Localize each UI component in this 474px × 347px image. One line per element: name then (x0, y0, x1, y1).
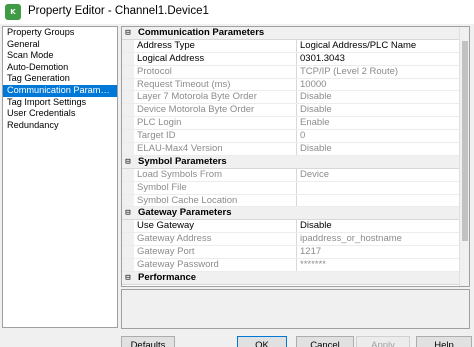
property-name: Symbol File (134, 181, 297, 194)
property-value: 10000 (300, 78, 327, 90)
property-row-address-type[interactable]: Address Type Logical Address/PLC Name (122, 39, 460, 53)
collapse-icon[interactable]: ⊟ (122, 272, 134, 284)
row-gutter (122, 91, 134, 104)
property-name: Gateway Password (134, 259, 297, 271)
property-value: TCP/IP (Level 2 Route) (300, 65, 399, 77)
row-gutter (122, 233, 134, 246)
row-gutter (122, 117, 134, 130)
category-gateway-parameters[interactable]: ⊟ Gateway Parameters (122, 207, 460, 221)
property-value (297, 195, 460, 207)
property-value: 1217 (300, 246, 322, 258)
category-communication-parameters[interactable]: ⊟ Communication Parameters (122, 27, 460, 40)
property-value[interactable]: Disable (297, 220, 460, 232)
property-value: ******* (300, 259, 326, 271)
category-label: Gateway Parameters (138, 207, 232, 219)
property-row-protocol: Protocol TCP/IP (Level 2 Route) (122, 65, 460, 79)
property-value[interactable]: 0301.3043 (297, 53, 460, 65)
property-value: Disable (300, 104, 332, 116)
property-value: Enable (300, 117, 330, 129)
property-value: Disable (300, 143, 332, 155)
property-row-load-symbols-from: Load Symbols From Device (122, 168, 460, 182)
category-label: Communication Parameters (138, 27, 265, 38)
row-gutter (122, 65, 134, 78)
row-gutter (122, 104, 134, 117)
tree-item-tag-import-settings[interactable]: Tag Import Settings (3, 97, 117, 109)
tree-item-user-credentials[interactable]: User Credentials (3, 108, 117, 120)
property-name: Layer 7 Motorola Byte Order (134, 91, 297, 104)
apply-button[interactable]: Apply (356, 336, 410, 347)
row-gutter (122, 194, 134, 207)
property-name: Device Motorola Byte Order (134, 104, 297, 117)
property-name: ELAU-Max4 Version (134, 143, 297, 155)
row-gutter (122, 181, 134, 194)
property-name: Protocol (134, 65, 297, 78)
scrollbar-thumb[interactable] (462, 41, 468, 241)
property-value: ipaddress_or_hostname (300, 233, 402, 245)
row-gutter (122, 39, 134, 52)
property-row-target-id: Target ID 0 (122, 130, 460, 144)
row-gutter (122, 130, 134, 143)
property-row-plc-login: PLC Login Enable (122, 117, 460, 131)
tree-item-general[interactable]: General (3, 39, 117, 51)
property-row-use-gateway[interactable]: Use Gateway Disable (122, 220, 460, 234)
property-row-elau-max4-version: ELAU-Max4 Version Disable (122, 143, 460, 156)
row-gutter (122, 259, 134, 271)
title-bar: K Property Editor - Channel1.Device1 (0, 0, 474, 24)
tree-item-scan-mode[interactable]: Scan Mode (3, 50, 117, 62)
tree-item-redundancy[interactable]: Redundancy (3, 120, 117, 132)
property-row-logical-address[interactable]: Logical Address 0301.3043 (122, 52, 460, 66)
property-value (297, 182, 460, 194)
property-row-gateway-port: Gateway Port 1217 (122, 246, 460, 260)
property-row-symbol-file: Symbol File (122, 181, 460, 195)
row-gutter (122, 220, 134, 233)
window-title: Property Editor - Channel1.Device1 (28, 5, 209, 17)
category-performance[interactable]: ⊟ Performance (122, 271, 460, 285)
help-button[interactable]: Help (416, 336, 472, 347)
property-value: 0 (300, 130, 306, 142)
property-grid: ⊟ Communication Parameters Address Type Log… (121, 26, 470, 287)
property-grid-body: ⊟ Communication Parameters Address Type Log… (122, 27, 460, 286)
property-value: Device (300, 168, 330, 180)
row-gutter (122, 246, 134, 259)
category-label: Performance (138, 271, 197, 283)
ok-button[interactable]: OK (237, 336, 287, 347)
collapse-icon[interactable]: ⊟ (122, 27, 134, 39)
property-name: PLC Login (134, 117, 297, 130)
row-gutter (122, 168, 134, 181)
property-row-device-motorola-byte-order: Device Motorola Byte Order Disable (122, 104, 460, 118)
property-name: Symbol Cache Location (134, 194, 297, 207)
property-row-gateway-address: Gateway Address ipaddress_or_hostname (122, 233, 460, 247)
property-grid-scrollbar[interactable] (459, 27, 469, 286)
property-name: Gateway Port (134, 246, 297, 259)
collapse-icon[interactable]: ⊟ (122, 156, 134, 168)
property-value: Disable (300, 91, 332, 103)
property-name: Use Gateway (134, 220, 297, 233)
row-gutter (122, 78, 134, 91)
tree-item-communication-param[interactable]: Communication Param… (3, 84, 117, 97)
property-name: Load Symbols From (134, 168, 297, 181)
row-gutter (122, 143, 134, 155)
app-icon: K (5, 4, 21, 20)
row-gutter (122, 52, 134, 65)
property-value[interactable]: Logical Address/PLC Name (297, 40, 460, 52)
property-row-request-timeout-ms: Request Timeout (ms) 10000 (122, 78, 460, 92)
property-name: Gateway Address (134, 233, 297, 246)
category-symbol-parameters[interactable]: ⊟ Symbol Parameters (122, 155, 460, 169)
property-name: Logical Address (134, 52, 297, 65)
property-row-gateway-password: Gateway Password ******* (122, 259, 460, 272)
tree-item-property-groups[interactable]: Property Groups (3, 27, 117, 39)
property-name: Address Type (134, 39, 297, 52)
property-description-panel (121, 289, 470, 329)
cancel-button[interactable]: Cancel (296, 336, 354, 347)
defaults-button[interactable]: Defaults (121, 336, 175, 347)
property-row-layer-7-motorola-byte-order: Layer 7 Motorola Byte Order Disable (122, 91, 460, 105)
tree-item-auto-demotion[interactable]: Auto-Demotion (3, 62, 117, 74)
category-label: Symbol Parameters (138, 155, 227, 167)
collapse-icon[interactable]: ⊟ (122, 207, 134, 219)
tree-item-tag-generation[interactable]: Tag Generation (3, 73, 117, 85)
property-name: Target ID (134, 130, 297, 143)
property-row-symbol-cache-location: Symbol Cache Location (122, 194, 460, 208)
property-group-tree[interactable]: Property Groups General Scan Mode Auto-Demo… (2, 26, 118, 328)
property-name: Request Timeout (ms) (134, 78, 297, 91)
